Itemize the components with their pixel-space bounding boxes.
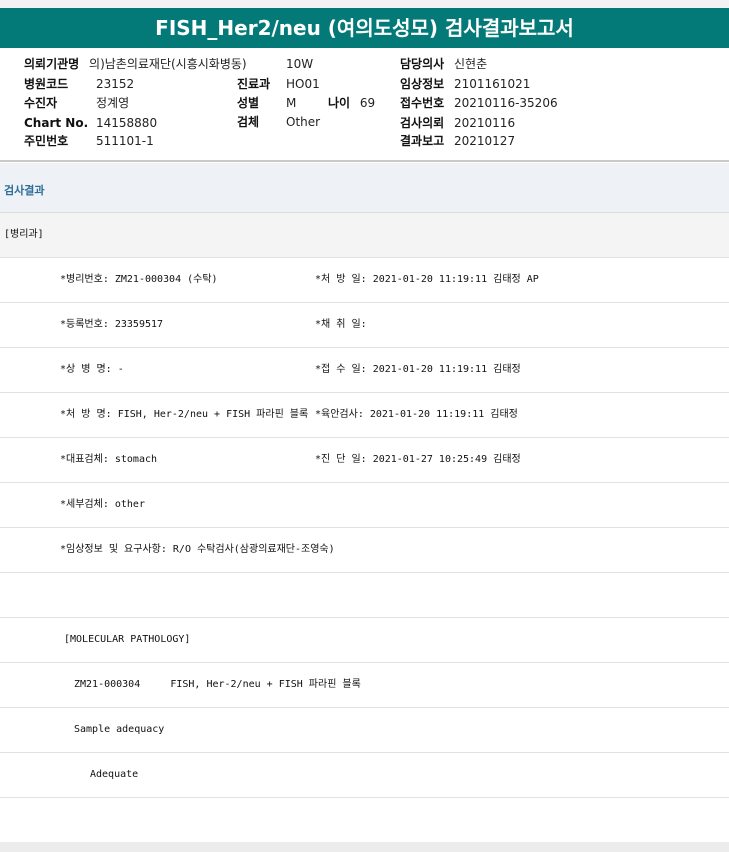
result-row: *임상정보 및 요구사항: R/O 수탁검사(삼광의료재단-조영숙) (0, 528, 729, 573)
row-text-left: [병리과] (4, 229, 44, 240)
result-row: ZM21-000304 FISH, Her-2/neu + FISH 파라핀 블… (0, 663, 729, 708)
chart-no-value: 14158880 (96, 116, 158, 130)
hospital-code-value: 23152 (96, 77, 135, 91)
ward-value: 10W (286, 57, 314, 71)
result-row: *세부검체: other (0, 483, 729, 528)
result-row: *병리번호: ZM21-000304 (수탁) *처 방 일: 2021-01-… (0, 258, 729, 303)
result-row: Adequate (0, 753, 729, 798)
request-label: 검사의뢰 (400, 116, 445, 130)
specimen-label: 검체 (237, 115, 260, 129)
doctor-field: 담당의사 신현춘 (400, 57, 487, 71)
chart-no-field: Chart No. 14158880 (24, 116, 157, 130)
ward-field: 10W (286, 57, 313, 71)
row-text-right: *진 단 일: 2021-01-27 10:25:49 김태정 (315, 454, 521, 465)
hospital-code-label: 병원코드 (24, 77, 69, 91)
sex-value: M (286, 96, 297, 110)
dept-value: HO01 (286, 77, 320, 91)
sex-label: 성별 (237, 96, 260, 110)
age-value: 69 (359, 96, 376, 110)
row-text-left: Adequate (90, 769, 139, 780)
row-text-left: [MOLECULAR PATHOLOGY] (64, 634, 191, 645)
row-text-left: *세부검체: other (60, 499, 145, 510)
specimen-field: 검체 Other (237, 115, 320, 129)
institution-field: 의뢰기관명 의)남촌의료재단(시흥시화병동) (24, 57, 247, 71)
id-label: 주민번호 (24, 134, 69, 148)
request-field: 검사의뢰 20210116 (400, 116, 515, 130)
institution-label: 의뢰기관명 (24, 57, 80, 71)
doctor-value: 신현춘 (454, 57, 488, 71)
id-value: 511101-1 (96, 134, 154, 148)
id-field: 주민번호 511101-1 (24, 134, 154, 148)
clinical-info-value: 2101161021 (454, 77, 531, 91)
patient-value: 정계영 (96, 96, 130, 110)
row-text-right: *채 취 일: (315, 319, 367, 330)
row-text-left: ZM21-000304 FISH, Her-2/neu + FISH 파라핀 블… (74, 679, 361, 690)
header-divider (0, 160, 729, 162)
row-text-right: *접 수 일: 2021-01-20 11:19:11 김태정 (315, 364, 521, 375)
row-text-left: Sample adequacy (74, 724, 165, 735)
dept-label: 진료과 (237, 77, 271, 91)
result-row: *등록번호: 23359517 *채 취 일: (0, 303, 729, 348)
receipt-no-value: 20210116-35206 (454, 96, 558, 110)
result-row: *대표검체: stomach *진 단 일: 2021-01-27 10:25:… (0, 438, 729, 483)
row-text-left: *임상정보 및 요구사항: R/O 수탁검사(삼광의료재단-조영숙) (60, 544, 335, 555)
doctor-label: 담당의사 (400, 57, 445, 71)
row-text-left: *등록번호: 23359517 (60, 319, 164, 330)
row-text-left: *병리번호: ZM21-000304 (수탁) (60, 274, 218, 285)
section-title: 검사결과 (4, 184, 45, 197)
result-row: [병리과] (0, 213, 729, 258)
request-value: 20210116 (454, 116, 516, 130)
patient-label: 수진자 (24, 96, 58, 110)
row-text-left: *대표검체: stomach (60, 454, 158, 465)
clinical-info-label: 임상정보 (400, 77, 445, 91)
chart-no-label: Chart No. (24, 116, 89, 130)
hospital-code-field: 병원코드 23152 (24, 77, 134, 91)
result-row: [MOLECULAR PATHOLOGY] (0, 618, 729, 663)
row-text-left: *처 방 명: FISH, Her-2/neu + FISH 파라핀 블록 (60, 409, 309, 420)
row-text-left: *상 병 명: - (60, 364, 124, 375)
result-row: Sample adequacy (0, 708, 729, 753)
result-row: *상 병 명: - *접 수 일: 2021-01-20 11:19:11 김태… (0, 348, 729, 393)
bottom-strip (0, 842, 729, 852)
row-text-right: *육안검사: 2021-01-20 11:19:11 김태정 (315, 409, 518, 420)
report-title: FISH_Her2/neu (여의도성모) 검사결과보고서 (0, 8, 729, 48)
report-date-field: 결과보고 20210127 (400, 134, 515, 148)
result-row: *처 방 명: FISH, Her-2/neu + FISH 파라핀 블록 *육… (0, 393, 729, 438)
receipt-no-label: 접수번호 (400, 96, 445, 110)
section-header: 검사결과 (0, 163, 729, 213)
patient-field: 수진자 정계영 (24, 96, 129, 110)
receipt-no-field: 접수번호 20210116-35206 (400, 96, 558, 110)
top-strip (0, 0, 729, 8)
sex-field: 성별 M (237, 96, 296, 110)
report-date-value: 20210127 (454, 134, 516, 148)
report-date-label: 결과보고 (400, 134, 445, 148)
age-field: 나이 69 (328, 96, 375, 110)
dept-field: 진료과 HO01 (237, 77, 320, 91)
row-text-right: *처 방 일: 2021-01-20 11:19:11 김태정 AP (315, 274, 539, 285)
result-row-empty (0, 573, 729, 618)
clinical-info-field: 임상정보 2101161021 (400, 77, 530, 91)
age-label: 나이 (328, 96, 351, 110)
institution-value: 의)남촌의료재단(시흥시화병동) (89, 57, 247, 71)
specimen-value: Other (286, 115, 321, 129)
